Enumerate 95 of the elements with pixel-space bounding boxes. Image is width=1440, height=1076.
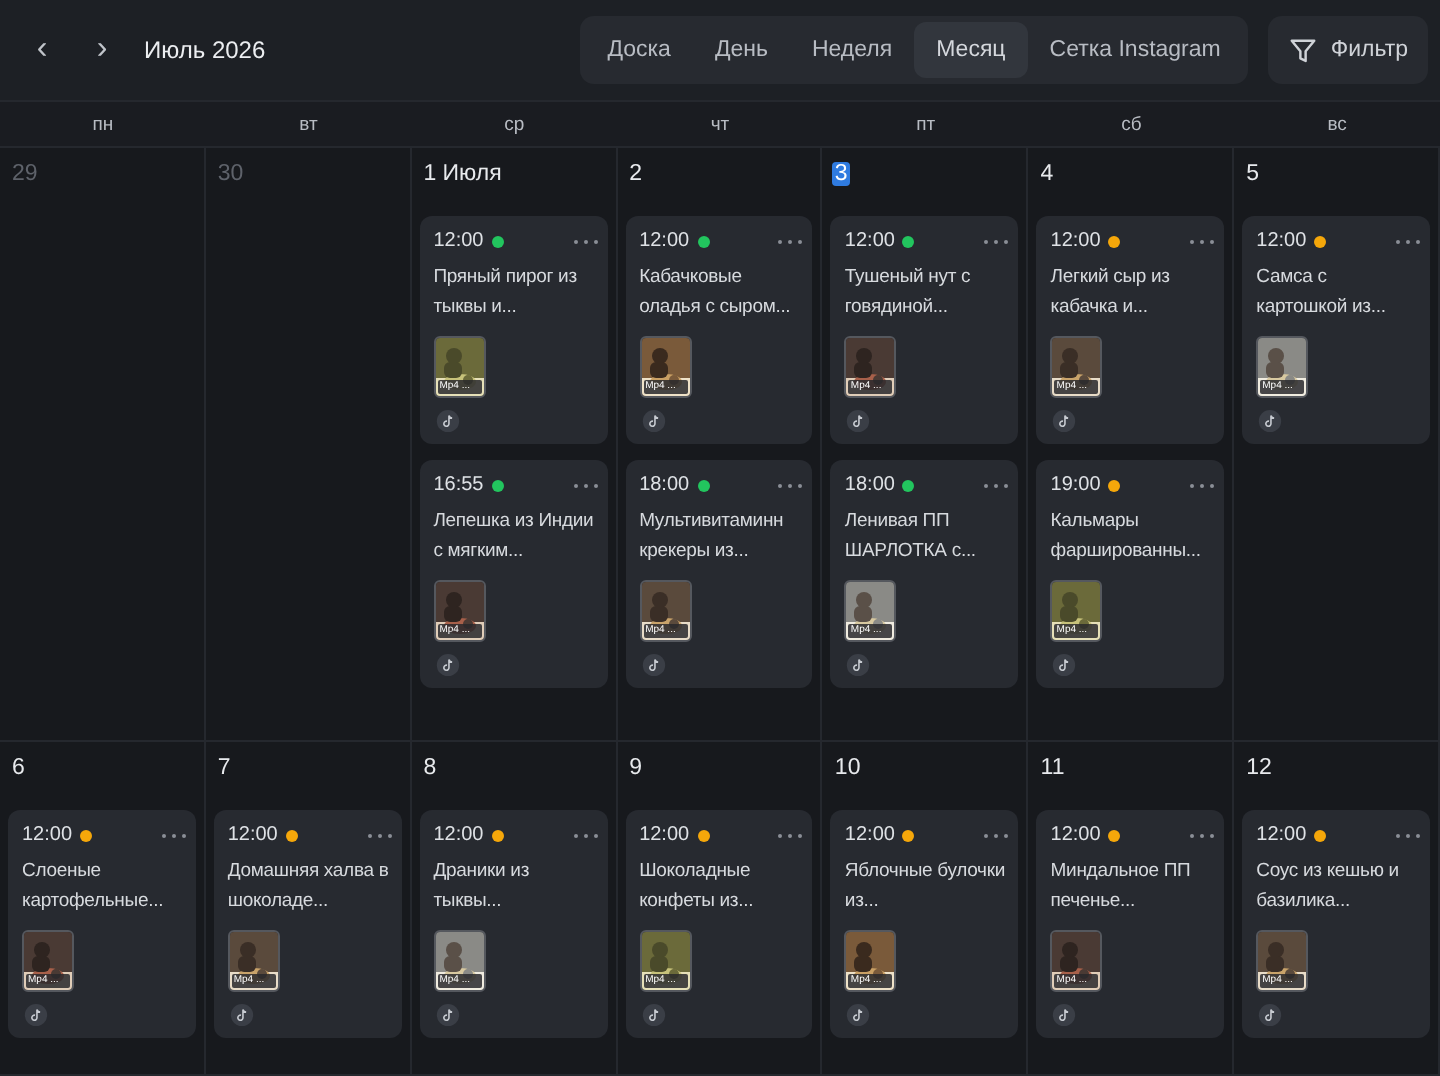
more-icon[interactable]	[365, 831, 394, 840]
day-number: 29	[10, 162, 40, 186]
music-note-icon	[433, 653, 462, 676]
more-icon[interactable]	[982, 831, 1011, 840]
post-title: Ленивая ПП ШАРЛОТКА с...	[844, 508, 978, 567]
more-icon[interactable]	[1188, 831, 1217, 840]
previous-button[interactable]: ‹	[12, 20, 72, 80]
post-time: 12:00	[433, 230, 484, 253]
weekday-label: пт	[916, 113, 936, 135]
post-title: Кабачковые оладья с сыром...	[639, 264, 793, 323]
view-tab[interactable]: Доска	[585, 22, 693, 78]
post-time: 12:00	[1050, 230, 1101, 253]
post-title: Яблочные булочки из...	[844, 858, 1007, 917]
more-icon[interactable]	[571, 831, 600, 840]
music-note-icon	[844, 1003, 873, 1026]
month-title: Июль 2026	[144, 36, 266, 64]
post-time: 18:00	[639, 474, 690, 497]
view-tab[interactable]: Неделя	[789, 22, 915, 78]
post-time: 19:00	[1050, 474, 1101, 497]
more-icon[interactable]	[1188, 237, 1217, 246]
post-time: 12:00	[639, 824, 690, 847]
weekday-label: чт	[710, 113, 730, 135]
post-title: Лепешка из Индии с мягким...	[433, 508, 596, 567]
music-note-icon	[639, 409, 668, 432]
day-number: 11	[1038, 756, 1067, 780]
more-icon[interactable]	[982, 237, 1011, 246]
music-note-icon	[844, 409, 873, 432]
weekday-label: пн	[92, 113, 114, 135]
view-tab[interactable]: Месяц	[914, 22, 1028, 78]
post-title: Самса с картошкой из...	[1256, 264, 1388, 323]
music-note-icon	[1050, 1003, 1079, 1026]
next-button[interactable]: ›	[72, 20, 132, 80]
post-time: 12:00	[433, 824, 484, 847]
music-note-icon	[22, 1003, 50, 1026]
weekday-label: вс	[1327, 113, 1347, 135]
day-number: 8	[421, 756, 439, 780]
view-tab[interactable]: День	[692, 22, 790, 78]
filter-button[interactable]: Фильтр	[1268, 16, 1428, 84]
day-number: 3	[832, 162, 850, 186]
post-title: Кальмары фаршированны...	[1050, 508, 1203, 567]
post-title: Тушеный нут с говядиной...	[844, 264, 973, 323]
more-icon[interactable]	[1393, 831, 1422, 840]
more-icon[interactable]	[776, 481, 805, 490]
post-time: 12:00	[1050, 824, 1101, 847]
post-title: Мультивитаминн крекеры из...	[639, 508, 786, 567]
filter-icon	[1288, 35, 1319, 65]
more-icon[interactable]	[776, 831, 805, 840]
weekday-label: ср	[504, 113, 525, 135]
day-number: 30	[215, 162, 246, 186]
post-time: 16:55	[433, 474, 484, 497]
music-note-icon	[1256, 409, 1285, 432]
post-time: 12:00	[844, 824, 895, 847]
post-time: 12:00	[227, 824, 278, 847]
music-note-icon	[227, 1003, 256, 1026]
post-time: 12:00	[1256, 824, 1307, 847]
music-note-icon	[1050, 653, 1079, 676]
music-note-icon	[433, 1003, 462, 1026]
day-number: 10	[832, 756, 863, 780]
day-number: 4	[1038, 162, 1056, 186]
more-icon[interactable]	[982, 481, 1011, 490]
day-number: 12	[1244, 756, 1274, 780]
post-title: Пряный пирог из тыквы и...	[433, 264, 579, 323]
post-title: Домашняя халва в шоколаде...	[227, 858, 391, 917]
weekday-label: вт	[299, 113, 318, 135]
more-icon[interactable]	[1393, 237, 1422, 246]
more-icon[interactable]	[159, 831, 188, 840]
post-title: Слоеные картофельные...	[22, 858, 166, 917]
day-number: 5	[1244, 162, 1262, 186]
more-icon[interactable]	[776, 237, 805, 246]
post-title: Легкий сыр из кабачка и...	[1050, 264, 1172, 323]
post-time: 12:00	[844, 230, 895, 253]
day-number: 6	[10, 756, 27, 780]
more-icon[interactable]	[1188, 481, 1217, 490]
weekday-label: сб	[1121, 113, 1142, 135]
music-note-icon	[639, 653, 668, 676]
day-number: 1 Июля	[421, 162, 504, 186]
music-note-icon	[1256, 1003, 1285, 1026]
day-number: 9	[627, 756, 644, 780]
music-note-icon	[433, 409, 462, 432]
post-title: Драники из тыквы...	[433, 858, 532, 917]
view-tab[interactable]: Сетка Instagram	[1027, 22, 1243, 78]
post-title: Соус из кешью и базилика...	[1256, 858, 1401, 917]
more-icon[interactable]	[571, 481, 600, 490]
day-number: 2	[627, 162, 644, 186]
post-time: 12:00	[639, 230, 690, 253]
post-time: 12:00	[1256, 230, 1307, 253]
post-title: Шоколадные конфеты из...	[639, 858, 756, 917]
more-icon[interactable]	[571, 237, 600, 246]
music-note-icon	[639, 1003, 668, 1026]
post-time: 12:00	[22, 824, 73, 847]
music-note-icon	[844, 653, 873, 676]
day-number: 7	[215, 756, 233, 780]
post-time: 18:00	[844, 474, 895, 497]
music-note-icon	[1050, 409, 1079, 432]
post-title: Миндальное ПП печенье...	[1050, 858, 1193, 917]
